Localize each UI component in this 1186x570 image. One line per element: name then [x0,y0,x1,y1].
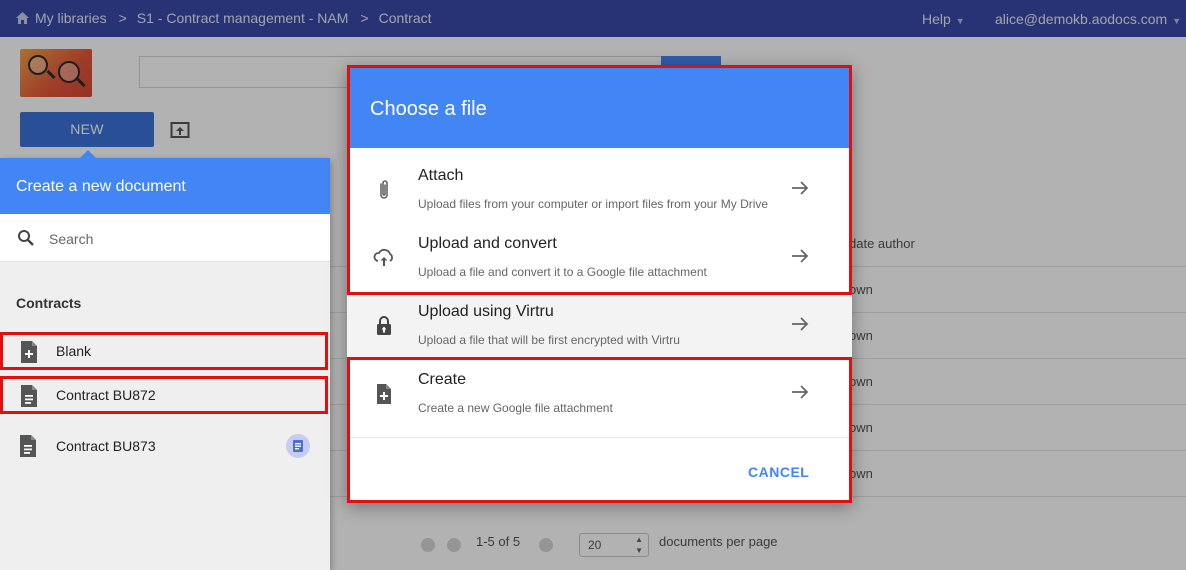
option-upload-and-convert[interactable]: Upload and convert Upload a file and con… [350,224,849,292]
option-description: Upload files from your computer or impor… [418,197,769,211]
template-label: Blank [56,343,92,359]
arrow-right-icon [792,317,809,331]
option-description: Upload a file and convert it to a Google… [418,265,707,279]
option-title: Create [418,371,467,388]
google-docs-icon [293,440,303,452]
section-title-contracts: Contracts [16,295,82,311]
template-item-blank[interactable]: Blank [0,332,328,370]
template-search-field[interactable]: Search [0,214,330,262]
option-create[interactable]: Create Create a new Google file attachme… [350,360,849,428]
option-title: Attach [418,167,464,184]
new-document-icon [21,341,37,363]
paperclip-icon [380,180,388,199]
template-label: Contract BU873 [56,438,156,454]
dialog-divider [350,437,849,438]
choose-file-dialog: Choose a file Attach Upload files from y… [347,65,852,503]
search-placeholder: Search [49,231,94,247]
search-icon [18,230,34,246]
option-description: Create a new Google file attachment [418,401,613,415]
panel-title: Create a new document [0,158,330,214]
create-document-panel: Create a new document Search Contracts B… [0,150,330,570]
arrow-right-icon [792,385,809,399]
arrow-right-icon [792,249,809,263]
arrow-right-icon [792,181,809,195]
option-title: Upload and convert [418,235,557,252]
option-description: Upload a file that will be first encrypt… [418,333,680,347]
dialog-title: Choose a file [350,68,849,148]
option-title: Upload using Virtru [418,303,554,320]
document-icon [20,435,36,457]
template-item-contract-bu873[interactable]: Contract BU873 [0,427,330,465]
lock-icon [377,316,391,335]
template-label: Contract BU872 [56,387,156,403]
panel-pointer [80,150,96,158]
document-icon [21,385,37,407]
new-document-icon [377,384,391,404]
option-attach[interactable]: Attach Upload files from your computer o… [350,156,849,224]
cloud-upload-icon [373,248,393,266]
cancel-button[interactable]: CANCEL [748,464,809,480]
option-upload-using-virtru[interactable]: Upload using Virtru Upload a file that w… [347,292,852,360]
template-item-contract-bu872[interactable]: Contract BU872 [0,376,328,414]
google-doc-badge [286,434,310,458]
